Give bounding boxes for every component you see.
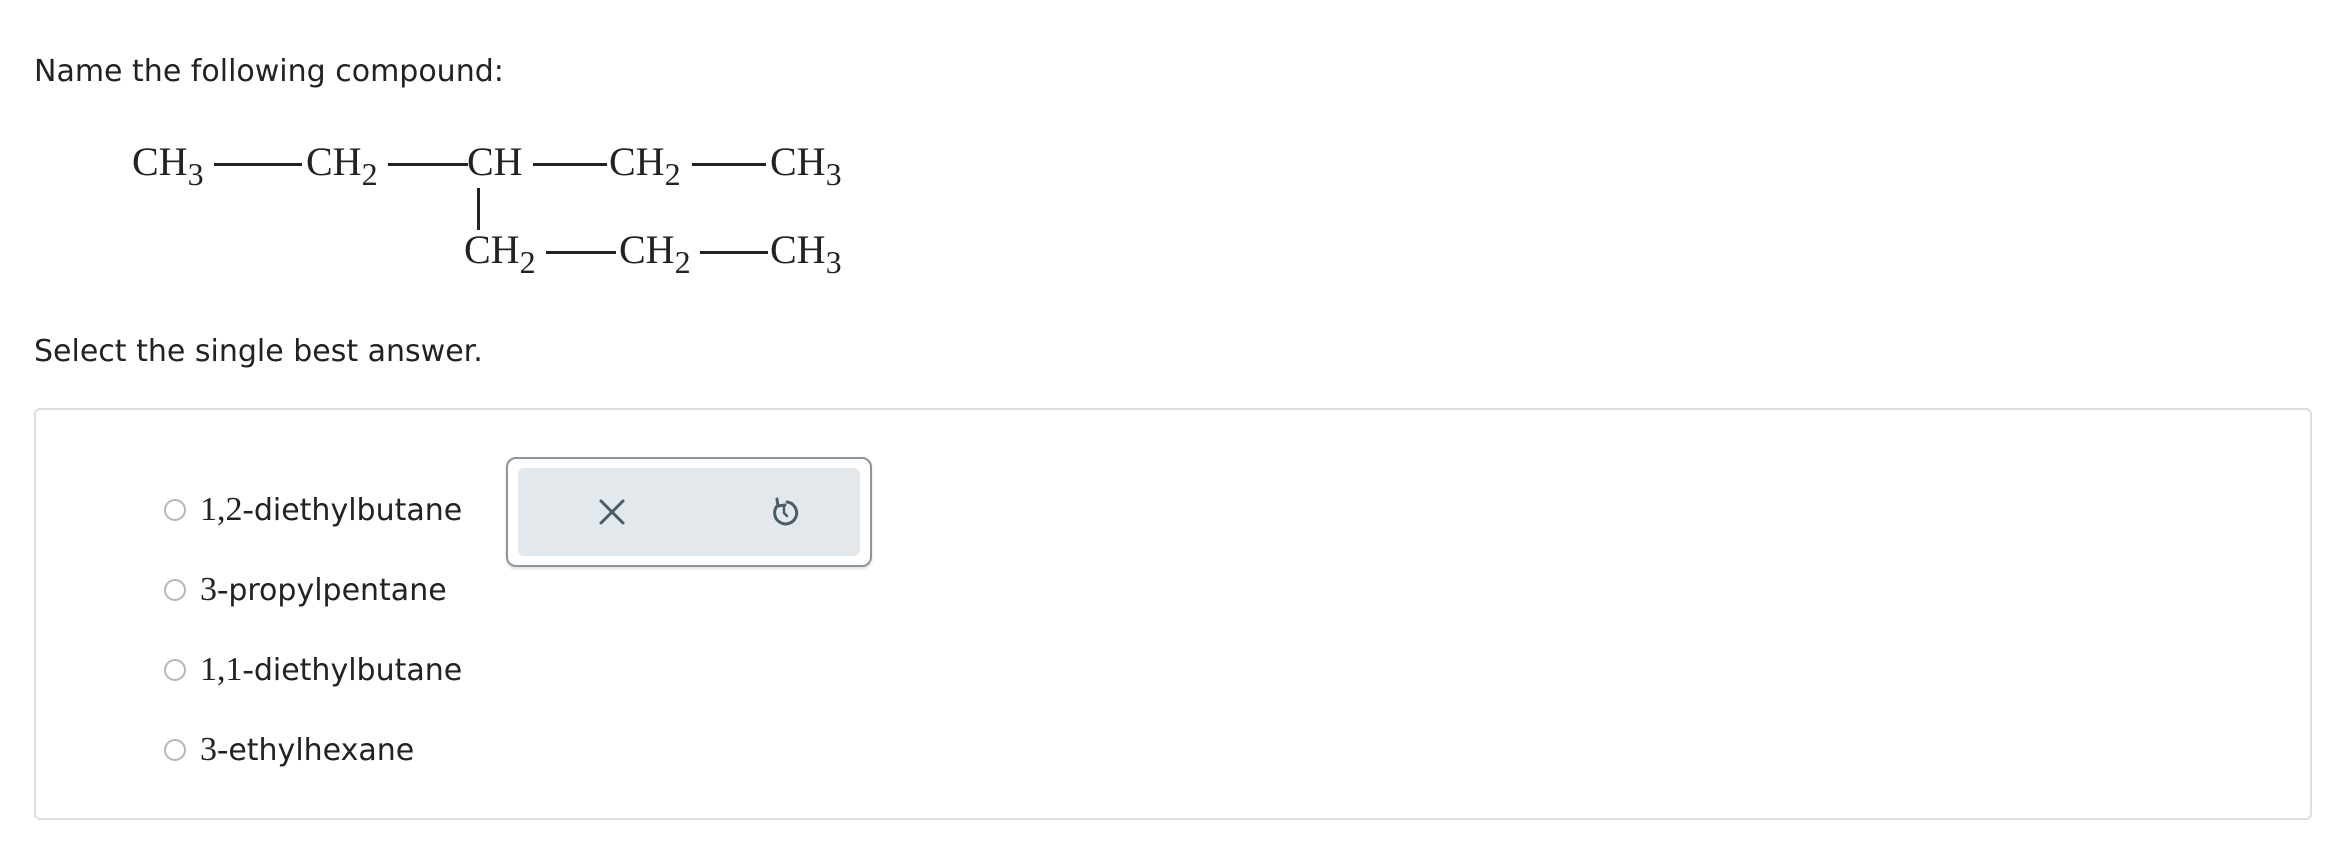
option-label: 1,1-diethylbutane (200, 651, 463, 688)
bond (533, 163, 607, 166)
branch-ch3: CH3 (770, 227, 842, 281)
option-label: 1,2-diethylbutane (200, 491, 463, 528)
group-ch-c3: CH (467, 139, 523, 184)
undo-icon (773, 497, 799, 526)
answer-option-1[interactable]: 1,2-diethylbutane (164, 470, 462, 550)
answer-option-3[interactable]: 1,1-diethylbutane (164, 630, 462, 710)
bond-vertical (477, 188, 480, 230)
bond (214, 163, 302, 166)
tool-bar (518, 468, 860, 556)
group-ch3-right: CH3 (770, 139, 842, 193)
radio-button[interactable] (164, 579, 186, 601)
answer-option-2[interactable]: 3-propylpentane (164, 550, 462, 630)
answer-tools (506, 457, 872, 567)
bond (546, 251, 616, 254)
bond (388, 163, 468, 166)
option-label: 3-ethylhexane (200, 731, 415, 768)
radio-button[interactable] (164, 499, 186, 521)
close-icon (599, 499, 625, 525)
clear-button[interactable] (590, 490, 634, 534)
structural-formula: CH3 CH2 CH CH2 CH3 CH2 CH2 CH3 (0, 0, 2328, 320)
question-prompt: Name the following compound: (34, 54, 504, 89)
radio-button[interactable] (164, 659, 186, 681)
answer-option-4[interactable]: 3-ethylhexane (164, 710, 462, 790)
option-label: 3-propylpentane (200, 571, 447, 608)
group-ch2-c4: CH2 (609, 139, 681, 193)
group-ch3-left: CH3 (132, 139, 204, 193)
branch-ch2-1: CH2 (464, 227, 536, 281)
branch-ch2-2: CH2 (619, 227, 691, 281)
bond (700, 251, 768, 254)
group-ch2-c2: CH2 (306, 139, 378, 193)
instruction-text: Select the single best answer. (34, 334, 483, 369)
answer-options: 1,2-diethylbutane 3-propylpentane 1,1-di… (164, 470, 462, 790)
undo-button[interactable] (762, 490, 806, 534)
radio-button[interactable] (164, 739, 186, 761)
bond (692, 163, 766, 166)
